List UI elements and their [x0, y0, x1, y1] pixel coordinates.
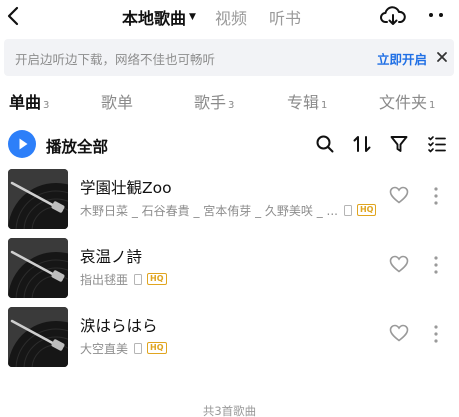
song-title: 涙はらはら	[80, 317, 158, 335]
song-artist: 木野日菜 _ 石谷春貴 _ 宮本侑芽 _ 久野美咲 _ ...	[80, 203, 338, 218]
tab-folders[interactable]: 文件夹 1	[379, 89, 435, 113]
more-vertical-icon[interactable]	[432, 186, 440, 206]
album-cover-vinyl	[8, 238, 68, 298]
song-row[interactable]: 涙はらはら 大空直美 HQ	[0, 307, 459, 367]
hq-badge: HQ	[147, 273, 167, 285]
heart-icon[interactable]	[389, 255, 409, 273]
more-vertical-icon[interactable]	[432, 324, 440, 344]
filter-icon[interactable]	[389, 134, 409, 154]
song-title: 学園壮観Zoo	[80, 179, 172, 197]
song-meta: 木野日菜 _ 石谷春貴 _ 宮本侑芽 _ 久野美咲 _ ... HQ	[80, 202, 377, 218]
vinyl-record-icon	[8, 238, 68, 298]
local-songs-page: 本地歌曲 ▼ 视频 听书 开启边听边下载，网络不佳也可畅听 立即开启 单曲 3 歌…	[0, 0, 459, 417]
song-count-footer: 共3首歌曲	[202, 404, 257, 417]
vinyl-record-icon	[8, 169, 68, 229]
sort-icon[interactable]	[352, 134, 372, 154]
heart-icon[interactable]	[389, 324, 409, 342]
album-cover-vinyl	[8, 169, 68, 229]
cloud-sync-icon[interactable]	[380, 5, 406, 27]
song-artist: 指出毬亜	[80, 272, 129, 287]
local-device-icon	[134, 273, 143, 285]
tab-artists[interactable]: 歌手 3	[194, 89, 234, 113]
song-title: 哀温ノ詩	[80, 248, 143, 266]
header-tabs: 本地歌曲 ▼ 视频 听书	[122, 5, 323, 29]
local-device-icon	[343, 204, 352, 216]
play-all-button[interactable]	[8, 130, 36, 158]
more-vertical-icon[interactable]	[432, 255, 440, 275]
close-icon[interactable]	[436, 51, 448, 63]
tab-playlists[interactable]: 歌单	[101, 89, 133, 113]
top-navigation-bar: 本地歌曲 ▼ 视频 听书	[0, 0, 459, 34]
heart-icon[interactable]	[389, 186, 409, 204]
song-row[interactable]: 学園壮観Zoo 木野日菜 _ 石谷春貴 _ 宮本侑芽 _ 久野美咲 _ ... …	[0, 169, 459, 229]
chevron-down-icon[interactable]: ▼	[189, 12, 196, 22]
song-row[interactable]: 哀温ノ詩 指出毬亜 HQ	[0, 238, 459, 298]
tab-local-songs[interactable]: 本地歌曲	[122, 5, 186, 29]
vinyl-record-icon	[8, 307, 68, 367]
tab-singles[interactable]: 单曲 3	[9, 89, 49, 113]
category-tabs: 单曲 3 歌单 歌手 3 专辑 1 文件夹 1	[0, 86, 459, 114]
enable-now-link[interactable]: 立即开启	[377, 49, 427, 68]
song-meta: 指出毬亜 HQ	[80, 271, 167, 287]
play-all-label[interactable]: 播放全部	[46, 135, 108, 157]
back-arrow-icon[interactable]	[3, 4, 25, 28]
local-device-icon	[134, 342, 143, 354]
search-icon[interactable]	[315, 134, 335, 154]
play-icon	[19, 138, 28, 150]
multi-select-list-icon[interactable]	[427, 134, 447, 154]
hq-badge: HQ	[356, 204, 377, 216]
banner-text: 开启边听边下载，网络不佳也可畅听	[15, 52, 216, 67]
more-options-icon[interactable]	[426, 5, 446, 25]
tab-audiobooks[interactable]: 听书	[269, 5, 301, 29]
tab-videos[interactable]: 视频	[215, 5, 247, 29]
song-artist: 大空直美	[80, 341, 129, 356]
song-meta: 大空直美 HQ	[80, 340, 167, 356]
play-all-row: 播放全部	[0, 128, 459, 160]
album-cover-vinyl	[8, 307, 68, 367]
hq-badge: HQ	[147, 342, 167, 354]
download-tip-banner: 开启边听边下载，网络不佳也可畅听 立即开启	[4, 39, 454, 76]
tab-albums[interactable]: 专辑 1	[287, 89, 327, 113]
